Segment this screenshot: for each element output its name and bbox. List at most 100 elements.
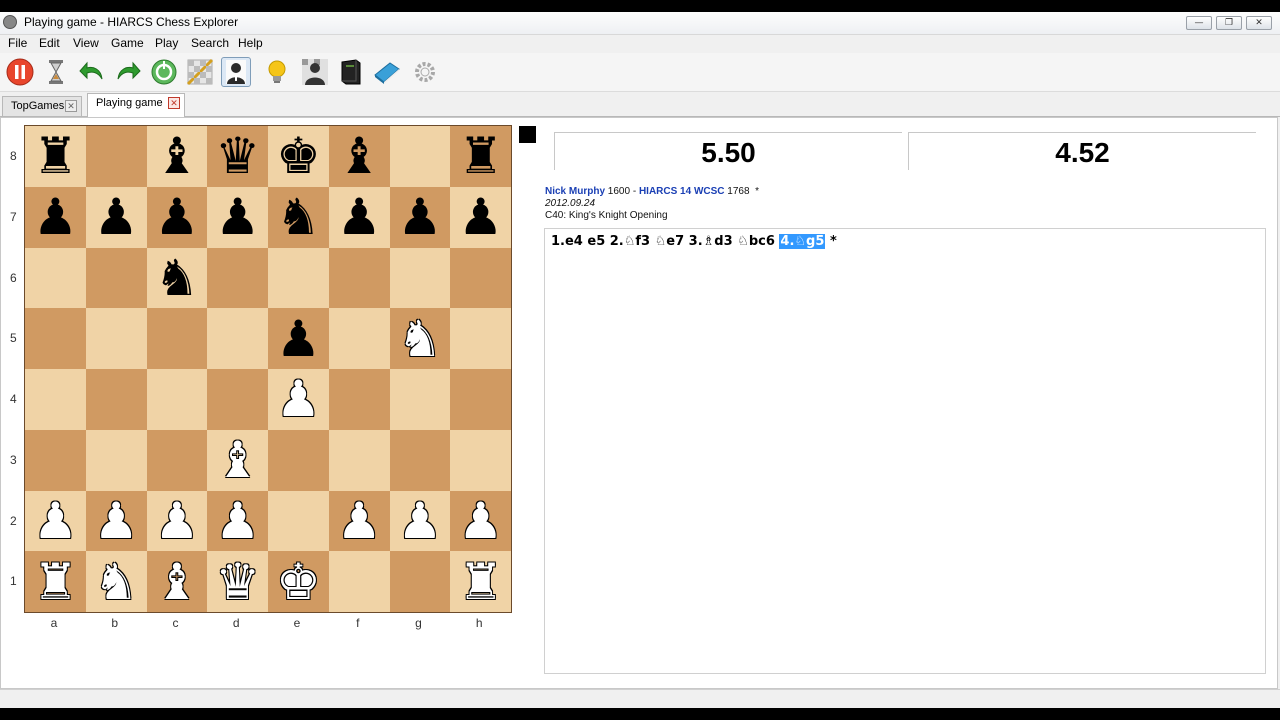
flip-board-button[interactable]: [185, 57, 215, 87]
square-c1[interactable]: ♝: [146, 551, 208, 612]
notation-panel[interactable]: 1.e4 e5 2.♘f3 ♘e7 3.♗d3 ♘bc6 4.♘g5 *: [544, 228, 1266, 674]
redo-button[interactable]: [113, 57, 143, 87]
square-a7[interactable]: ♟: [25, 186, 86, 248]
square-d3[interactable]: ♝: [207, 429, 268, 491]
square-g6[interactable]: [389, 247, 451, 309]
black-king-icon[interactable]: ♚: [276, 131, 321, 181]
square-c4[interactable]: [146, 369, 208, 430]
square-e4[interactable]: ♟: [268, 369, 329, 430]
moves-text[interactable]: 1.e4 e5 2.♘f3 ♘e7 3.♗d3 ♘bc6: [551, 234, 779, 249]
white-knight-icon[interactable]: ♞: [397, 314, 442, 364]
square-g5[interactable]: ♞: [389, 308, 451, 369]
white-pawn-icon[interactable]: ♟: [33, 496, 78, 546]
undo-button[interactable]: [77, 57, 107, 87]
square-f7[interactable]: ♟: [328, 186, 390, 248]
black-pawn-icon[interactable]: ♟: [33, 192, 78, 242]
hint-button[interactable]: [262, 57, 292, 87]
white-rook-icon[interactable]: ♜: [33, 557, 78, 607]
square-e6[interactable]: [268, 247, 329, 309]
menu-edit[interactable]: Edit: [39, 36, 60, 50]
player-button[interactable]: [221, 57, 251, 87]
menu-file[interactable]: File: [8, 36, 27, 50]
close-tab-icon[interactable]: ✕: [168, 97, 180, 109]
white-bishop-icon[interactable]: ♝: [215, 435, 260, 485]
square-b5[interactable]: [85, 308, 147, 369]
square-h5[interactable]: [450, 308, 511, 369]
square-e1[interactable]: ♚: [268, 551, 329, 612]
square-e7[interactable]: ♞: [268, 186, 329, 248]
white-queen-icon[interactable]: ♛: [215, 557, 260, 607]
square-g2[interactable]: ♟: [389, 490, 451, 552]
tab-topgames[interactable]: TopGames ✕: [2, 96, 82, 116]
white-rook-icon[interactable]: ♜: [458, 557, 503, 607]
square-h1[interactable]: ♜: [450, 551, 511, 612]
square-f4[interactable]: [328, 369, 390, 430]
square-c5[interactable]: [146, 308, 208, 369]
square-e5[interactable]: ♟: [268, 308, 329, 369]
maximize-button[interactable]: ❐: [1216, 16, 1242, 30]
black-bishop-icon[interactable]: ♝: [337, 131, 382, 181]
menu-help[interactable]: Help: [238, 36, 263, 50]
chess-board[interactable]: ♜ ♝ ♛ ♚ ♝ ♜ ♟ ♟ ♟ ♟ ♞ ♟ ♟ ♟ ♞ ♟ ♞ ♟ ♝ ♟ ♟ ♟ ♟ ♟ ♟ ♟ ♜ ♞ ♝ ♛ ♚ ♜: [24, 125, 512, 613]
square-h4[interactable]: [450, 369, 511, 430]
book-button[interactable]: [336, 57, 366, 87]
square-d4[interactable]: [207, 369, 268, 430]
white-pawn-icon[interactable]: ♟: [94, 496, 139, 546]
black-knight-icon[interactable]: ♞: [154, 253, 199, 303]
square-h8[interactable]: ♜: [450, 126, 511, 187]
square-g3[interactable]: [389, 429, 451, 491]
white-pawn-icon[interactable]: ♟: [337, 496, 382, 546]
engine-button[interactable]: [149, 57, 179, 87]
menu-game[interactable]: Game: [111, 36, 144, 50]
square-g8[interactable]: [389, 126, 451, 187]
black-player-name[interactable]: HIARCS 14 WCSC: [639, 186, 725, 197]
square-f5[interactable]: [328, 308, 390, 369]
square-d5[interactable]: [207, 308, 268, 369]
close-tab-icon[interactable]: ✕: [65, 100, 77, 112]
square-b1[interactable]: ♞: [85, 551, 147, 612]
square-f3[interactable]: [328, 429, 390, 491]
pause-button[interactable]: [5, 57, 35, 87]
square-c7[interactable]: ♟: [146, 186, 208, 248]
white-knight-icon[interactable]: ♞: [94, 557, 139, 607]
square-h3[interactable]: [450, 429, 511, 491]
white-player-name[interactable]: Nick Murphy: [545, 186, 605, 197]
close-button[interactable]: ✕: [1246, 16, 1272, 30]
black-pawn-icon[interactable]: ♟: [276, 314, 321, 364]
square-f1[interactable]: [328, 551, 390, 612]
square-g7[interactable]: ♟: [389, 186, 451, 248]
square-c3[interactable]: [146, 429, 208, 491]
black-pawn-icon[interactable]: ♟: [215, 192, 260, 242]
menu-search[interactable]: Search: [191, 36, 229, 50]
square-f2[interactable]: ♟: [328, 490, 390, 552]
black-queen-icon[interactable]: ♛: [215, 131, 260, 181]
black-pawn-icon[interactable]: ♟: [397, 192, 442, 242]
minimize-button[interactable]: —: [1186, 16, 1212, 30]
square-h2[interactable]: ♟: [450, 490, 511, 552]
square-d6[interactable]: [207, 247, 268, 309]
white-pawn-icon[interactable]: ♟: [276, 374, 321, 424]
black-pawn-icon[interactable]: ♟: [337, 192, 382, 242]
square-d8[interactable]: ♛: [207, 126, 268, 187]
white-pawn-icon[interactable]: ♟: [397, 496, 442, 546]
menu-play[interactable]: Play: [155, 36, 178, 50]
square-a1[interactable]: ♜: [25, 551, 86, 612]
square-c2[interactable]: ♟: [146, 490, 208, 552]
square-a2[interactable]: ♟: [25, 490, 86, 552]
square-b8[interactable]: [85, 126, 147, 187]
square-c6[interactable]: ♞: [146, 247, 208, 309]
square-a6[interactable]: [25, 247, 86, 309]
square-d1[interactable]: ♛: [207, 551, 268, 612]
notebook-button[interactable]: [372, 57, 402, 87]
square-b3[interactable]: [85, 429, 147, 491]
square-b4[interactable]: [85, 369, 147, 430]
black-rook-icon[interactable]: ♜: [33, 131, 78, 181]
square-g4[interactable]: [389, 369, 451, 430]
white-bishop-icon[interactable]: ♝: [154, 557, 199, 607]
hourglass-button[interactable]: [41, 57, 71, 87]
square-g1[interactable]: [389, 551, 451, 612]
white-pawn-icon[interactable]: ♟: [458, 496, 503, 546]
square-e3[interactable]: [268, 429, 329, 491]
tab-playing-game[interactable]: Playing game ✕: [87, 93, 185, 117]
menu-view[interactable]: View: [73, 36, 99, 50]
